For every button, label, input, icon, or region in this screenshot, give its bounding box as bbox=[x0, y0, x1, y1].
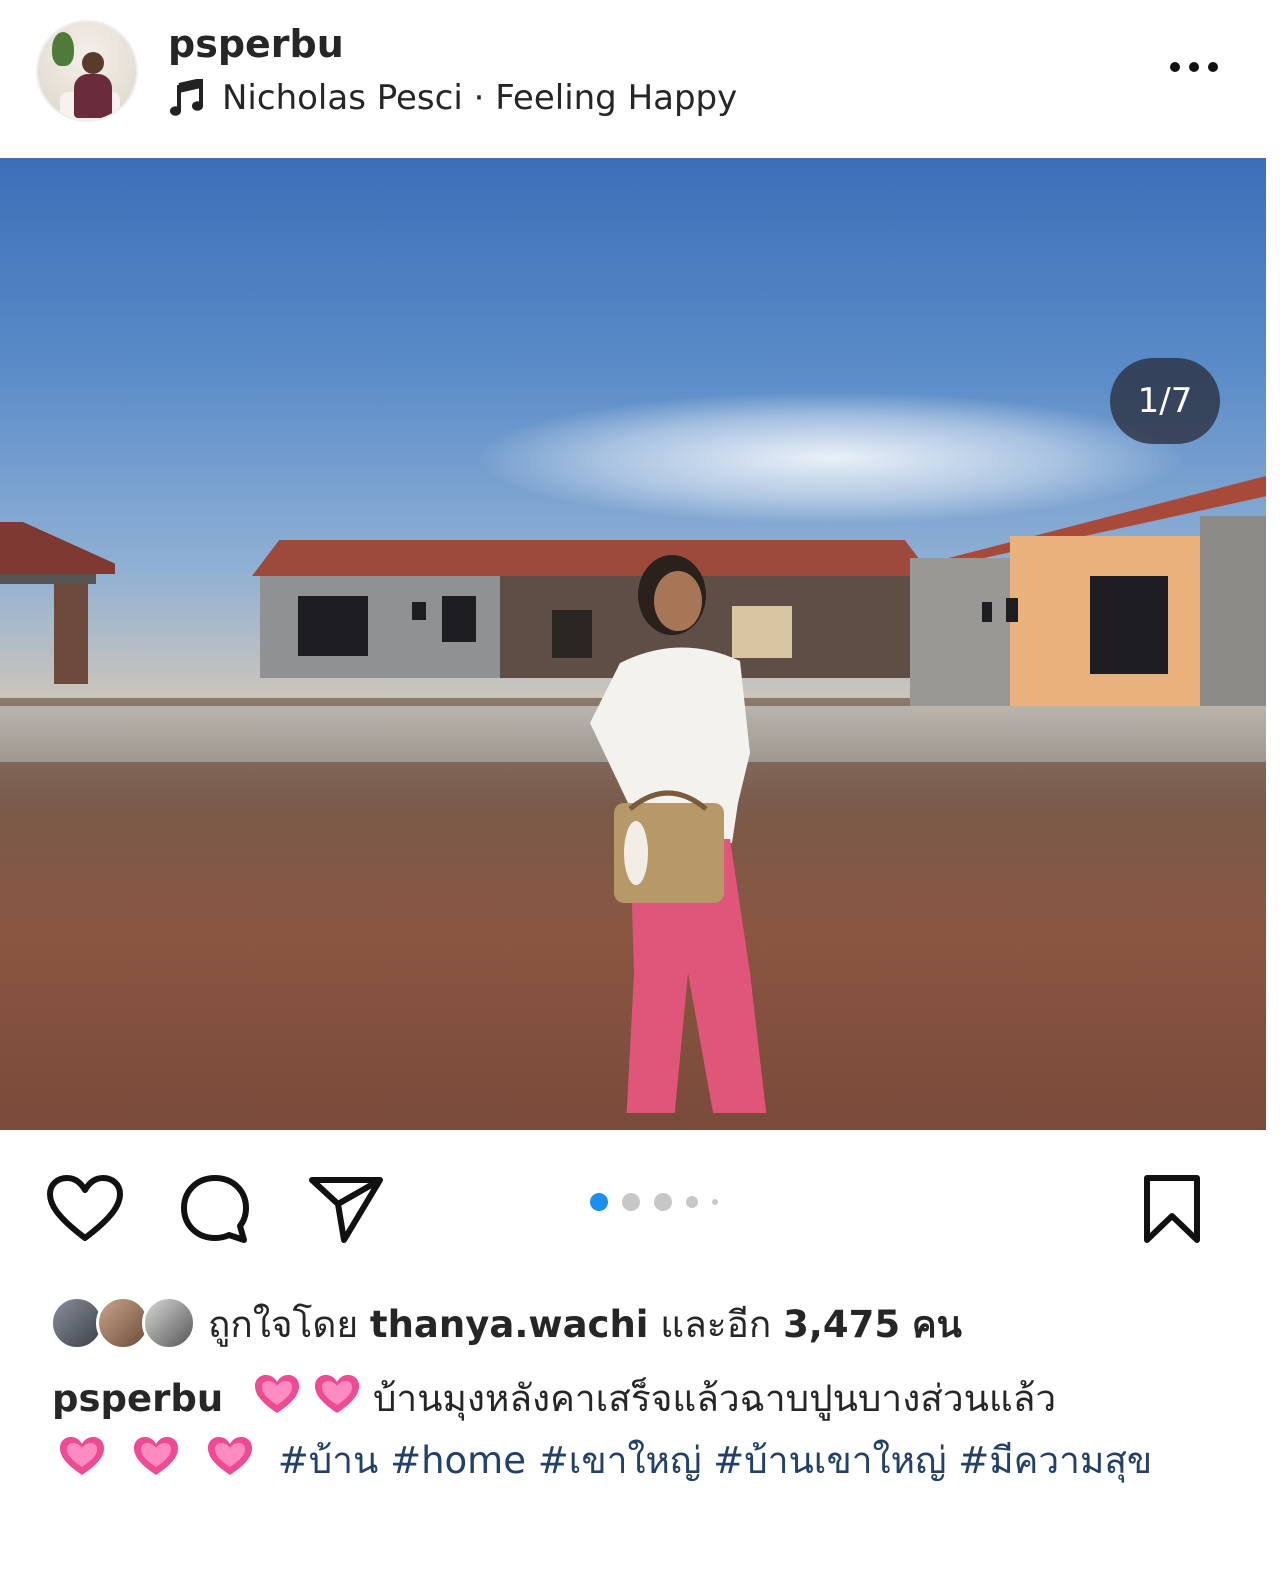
bookmark-outline-icon[interactable] bbox=[1142, 1174, 1202, 1246]
carousel-dots bbox=[590, 1192, 732, 1212]
hashtag-link[interactable]: #home bbox=[390, 1439, 526, 1482]
growing-heart-emoji bbox=[208, 1437, 252, 1475]
slide-counter: 1/7 bbox=[1110, 358, 1220, 444]
growing-heart-emoji bbox=[254, 1375, 299, 1413]
caption-username[interactable]: psperbu bbox=[52, 1377, 223, 1420]
music-track: Nicholas Pesci · Feeling Happy bbox=[222, 78, 738, 118]
more-horizontal-icon[interactable] bbox=[1166, 56, 1222, 78]
woman-figure bbox=[590, 555, 767, 1113]
heart-outline-icon[interactable] bbox=[46, 1174, 124, 1244]
hashtag-link[interactable]: #บ้าน bbox=[278, 1439, 379, 1482]
likes-prefix: ถูกใจโดย bbox=[208, 1302, 359, 1346]
growing-heart-emoji bbox=[134, 1437, 178, 1475]
hashtag-link[interactable]: #มีความสุข bbox=[958, 1439, 1152, 1482]
likes-summary[interactable]: ถูกใจโดย thanya.wachi และอีก 3,475 คน bbox=[50, 1292, 962, 1356]
caption-text: บ้านมุงหลังคาเสร็จแล้วฉาบปูนบางส่วนแล้ว bbox=[372, 1377, 1057, 1420]
post-header: psperbu Nicholas Pesci · Feeling Happy bbox=[0, 0, 1280, 158]
hashtag-link[interactable]: #เขาใหญ่ bbox=[538, 1439, 702, 1482]
paper-plane-icon[interactable] bbox=[308, 1174, 384, 1244]
carousel-dot-active bbox=[590, 1193, 608, 1211]
likes-middle: และอีก bbox=[660, 1302, 772, 1346]
carousel-dot bbox=[622, 1193, 640, 1211]
right-house bbox=[910, 476, 1266, 706]
likes-count[interactable]: 3,475 bbox=[783, 1303, 900, 1346]
carousel-dot bbox=[712, 1199, 718, 1205]
carousel-dot bbox=[654, 1193, 672, 1211]
carousel-dot bbox=[686, 1196, 698, 1208]
post-photo[interactable]: 1/7 bbox=[0, 158, 1266, 1130]
post-caption: psperbu บ้านมุงหลังคาเสร็จแล้วฉาบปูนบางส… bbox=[52, 1368, 1222, 1492]
growing-heart-emoji bbox=[60, 1437, 104, 1475]
hashtag-link[interactable]: #บ้านเขาใหญ่ bbox=[713, 1439, 946, 1482]
post-username[interactable]: psperbu bbox=[168, 22, 344, 66]
left-pavilion bbox=[0, 522, 115, 684]
comment-bubble-icon[interactable] bbox=[178, 1172, 252, 1246]
likes-suffix: คน bbox=[911, 1302, 962, 1346]
liker-username[interactable]: thanya.wachi bbox=[370, 1303, 649, 1346]
profile-avatar[interactable] bbox=[36, 20, 138, 122]
music-info[interactable]: Nicholas Pesci · Feeling Happy bbox=[170, 76, 737, 120]
growing-heart-emoji bbox=[314, 1375, 359, 1413]
liker-avatar bbox=[142, 1296, 196, 1350]
music-note-icon bbox=[170, 79, 203, 116]
liker-avatars bbox=[50, 1294, 196, 1354]
